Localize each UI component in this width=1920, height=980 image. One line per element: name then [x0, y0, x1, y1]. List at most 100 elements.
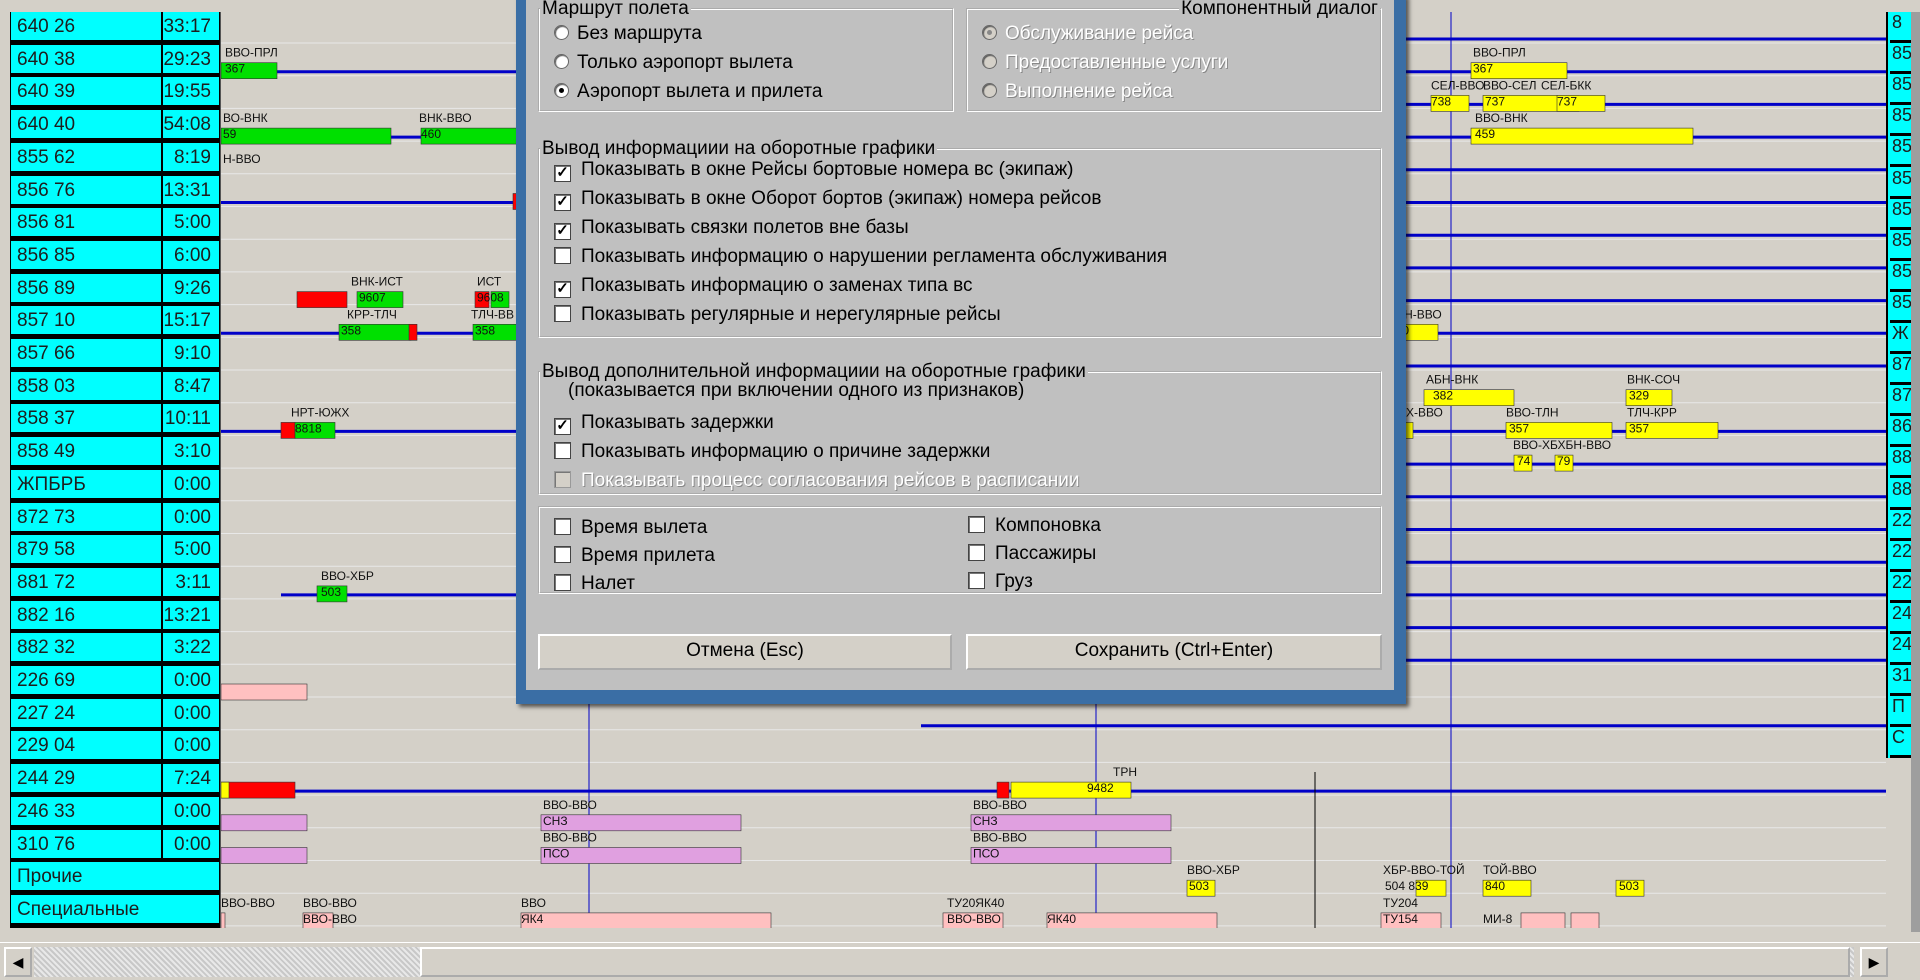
field-option-left-2[interactable]: Налет — [554, 572, 635, 596]
aircraft-row[interactable]: 244 29 7:24 — [11, 764, 219, 796]
flight-bar[interactable] — [996, 781, 1010, 799]
aircraft-row-time: 9:26 — [174, 277, 211, 299]
checkbox-checked-icon[interactable]: ✓ — [554, 223, 571, 240]
flight-bar[interactable] — [1520, 912, 1566, 928]
field-option-right-2[interactable]: Груз — [968, 570, 1033, 594]
output-option-2[interactable]: ✓ Показывать связки полетов вне базы — [554, 216, 909, 240]
aircraft-row[interactable]: 857 10 15:17 — [11, 306, 219, 338]
checkbox-icon[interactable] — [554, 518, 571, 535]
extra-option-0[interactable]: ✓ Показывать задержки — [554, 411, 774, 435]
flight-label: 357 — [1629, 421, 1649, 435]
aircraft-row[interactable]: 856 76 13:31 — [11, 175, 219, 207]
aircraft-row[interactable]: 856 81 5:00 — [11, 208, 219, 240]
flight-bar[interactable] — [221, 814, 308, 832]
aircraft-row[interactable]: Специальные — [11, 894, 219, 926]
radio-selected-icon[interactable] — [554, 83, 569, 98]
flight-label: 329 — [1629, 389, 1649, 403]
checkbox-checked-icon[interactable]: ✓ — [554, 194, 571, 211]
right-row-label: 22 — [1890, 541, 1912, 572]
aircraft-row[interactable]: Прочие — [11, 862, 219, 894]
flight-bar[interactable] — [221, 847, 308, 864]
row-divider — [161, 240, 163, 269]
field-option-right-0[interactable]: Компоновка — [968, 514, 1101, 538]
aircraft-row[interactable]: 227 24 0:00 — [11, 698, 219, 730]
flight-bar[interactable] — [540, 814, 742, 832]
flight-label: ВВО-ВВО — [303, 896, 357, 910]
checkbox-icon[interactable] — [554, 247, 571, 264]
flight-bar[interactable] — [520, 912, 772, 928]
extra-option-1[interactable]: Показывать информацию о причине задержки — [554, 440, 990, 464]
right-row-label: 24 — [1890, 634, 1912, 665]
scroll-thumb[interactable] — [420, 947, 1850, 977]
scroll-left-button[interactable]: ◀ — [4, 947, 32, 977]
row-divider — [161, 371, 163, 400]
save-button[interactable]: Сохранить (Ctrl+Enter) — [966, 634, 1382, 670]
radio-icon[interactable] — [554, 54, 569, 69]
aircraft-row[interactable]: 872 73 0:00 — [11, 502, 219, 534]
aircraft-row[interactable]: 226 69 0:00 — [11, 666, 219, 697]
radio-icon[interactable] — [554, 25, 569, 40]
aircraft-row[interactable]: 858 03 8:47 — [11, 371, 219, 403]
flight-bar[interactable] — [221, 912, 226, 928]
checkbox-icon[interactable] — [554, 442, 571, 459]
flight-bar[interactable] — [970, 814, 1172, 832]
aircraft-row[interactable]: 310 76 0:00 — [11, 829, 219, 861]
checkbox-icon[interactable] — [554, 574, 571, 591]
cancel-button[interactable]: Отмена (Esc) — [538, 634, 952, 670]
flight-bar[interactable] — [221, 781, 230, 799]
checkbox-checked-icon[interactable]: ✓ — [554, 281, 571, 298]
aircraft-row[interactable]: 857 66 9:10 — [11, 339, 219, 370]
scroll-right-button[interactable]: ▶ — [1860, 947, 1888, 977]
aircraft-row[interactable]: 229 04 0:00 — [11, 731, 219, 763]
checkbox-icon[interactable] — [968, 572, 985, 589]
aircraft-row[interactable]: 882 32 3:22 — [11, 633, 219, 665]
aircraft-row[interactable]: 246 33 0:00 — [11, 796, 219, 828]
aircraft-row[interactable]: 640 39 19:55 — [11, 77, 219, 109]
aircraft-row[interactable]: 640 40 54:08 — [11, 110, 219, 142]
flight-bar[interactable] — [221, 781, 296, 799]
aircraft-row[interactable]: 640 38 29:23 — [11, 44, 219, 76]
checkbox-checked-icon[interactable]: ✓ — [554, 165, 571, 182]
checkbox-icon[interactable] — [554, 305, 571, 322]
aircraft-row-time: 29:23 — [163, 48, 211, 70]
checkbox-icon[interactable] — [554, 546, 571, 563]
vertical-scrollbar[interactable] — [1911, 12, 1920, 932]
flight-bar[interactable] — [280, 422, 296, 439]
field-option-left-0[interactable]: Время вылета — [554, 516, 707, 540]
right-row-label: 88 — [1890, 447, 1912, 479]
aircraft-row[interactable]: 856 85 6:00 — [11, 240, 219, 272]
flight-bar[interactable] — [221, 127, 392, 145]
aircraft-row[interactable]: 881 72 3:11 — [11, 567, 219, 599]
flight-bar[interactable] — [970, 847, 1172, 864]
aircraft-row[interactable]: 856 89 9:26 — [11, 273, 219, 305]
aircraft-row[interactable]: 858 49 3:10 — [11, 437, 219, 469]
aircraft-row-name: 310 76 — [17, 833, 76, 855]
flight-bar[interactable] — [221, 683, 308, 701]
flight-bar[interactable] — [1470, 127, 1694, 145]
checkbox-checked-icon[interactable]: ✓ — [554, 418, 571, 435]
output-option-4[interactable]: ✓ Показывать информацию о заменах типа вс — [554, 274, 973, 298]
output-option-0[interactable]: ✓ Показывать в окне Рейсы бортовые номера… — [554, 158, 1073, 182]
flight-bar[interactable] — [408, 323, 418, 341]
aircraft-row[interactable]: 879 58 5:00 — [11, 535, 219, 567]
aircraft-row[interactable]: ЖПБРБ 0:00 — [11, 469, 219, 501]
flight-bar[interactable] — [296, 291, 348, 308]
output-option-3[interactable]: Показывать информацию о нарушении реглам… — [554, 245, 1167, 269]
aircraft-row[interactable]: 640 26 33:17 — [11, 12, 219, 43]
right-row-label: 85 — [1890, 43, 1912, 75]
route-option-departure-arrival[interactable]: Аэропорт вылета и прилета — [554, 80, 822, 104]
flight-bar[interactable] — [540, 847, 742, 864]
field-option-right-1[interactable]: Пассажиры — [968, 542, 1096, 566]
checkbox-icon[interactable] — [968, 516, 985, 533]
output-option-1[interactable]: ✓ Показывать в окне Оборот бортов (экипаж… — [554, 187, 1101, 211]
horizontal-scrollbar[interactable]: ◀ ▶ — [0, 942, 1920, 980]
output-option-5[interactable]: Показывать регулярные и нерегулярные рей… — [554, 303, 1001, 327]
field-option-left-1[interactable]: Время прилета — [554, 544, 715, 568]
checkbox-icon[interactable] — [968, 544, 985, 561]
aircraft-row[interactable]: 858 37 10:11 — [11, 404, 219, 436]
aircraft-row[interactable]: 882 16 13:21 — [11, 600, 219, 632]
route-option-none[interactable]: Без маршрута — [554, 22, 702, 46]
flight-bar[interactable] — [1570, 912, 1600, 928]
route-option-departure[interactable]: Только аэропорт вылета — [554, 51, 793, 75]
aircraft-row[interactable]: 855 62 8:19 — [11, 142, 219, 174]
